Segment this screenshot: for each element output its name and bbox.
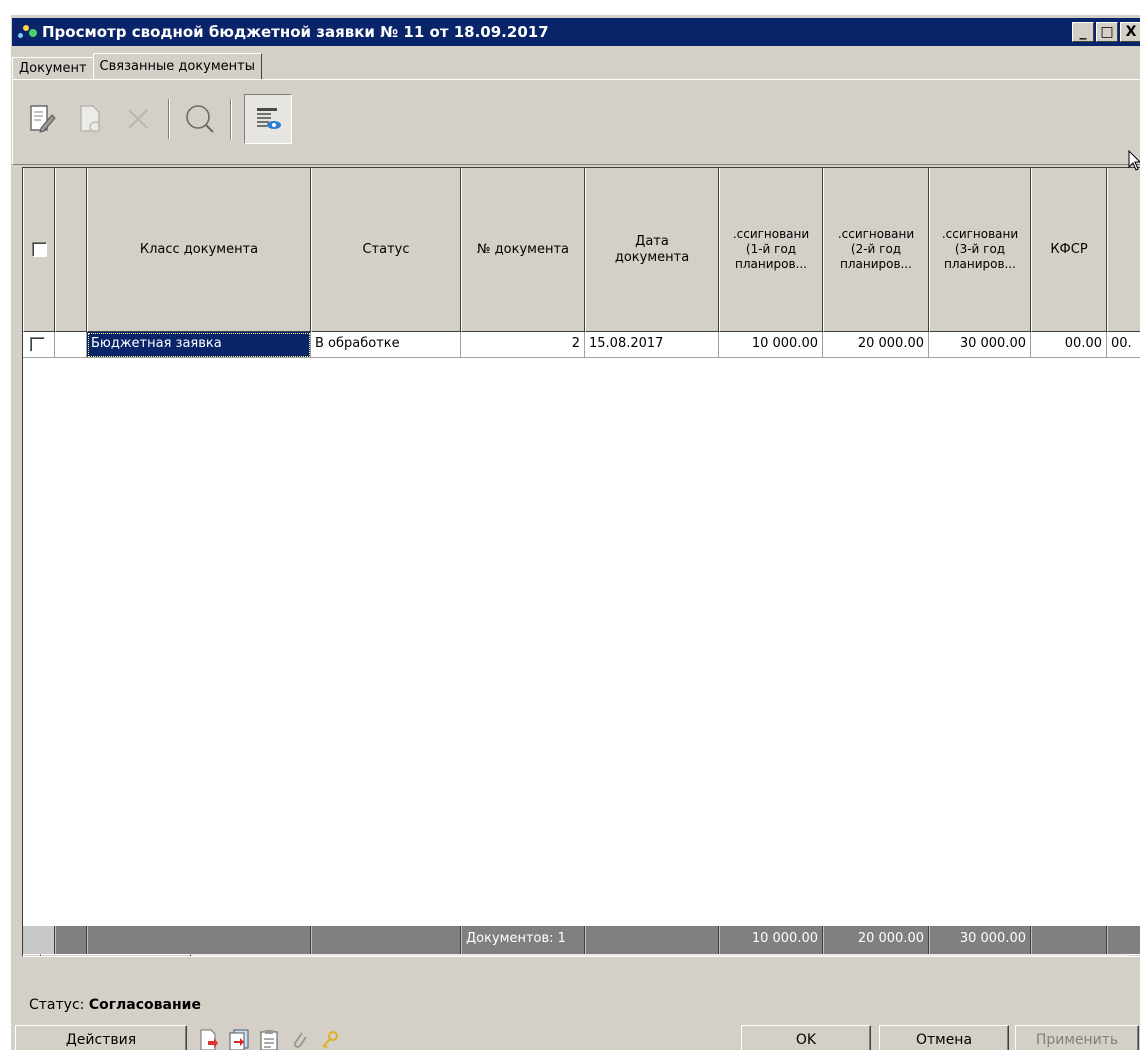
ok-button[interactable]: OK [741,1025,871,1050]
status-value: Согласование [88,997,201,1013]
toolbar-panel [12,79,1140,165]
row-indicator [55,332,87,358]
cell-doc-number[interactable]: 2 [461,332,585,358]
actions-button[interactable]: Действия [15,1025,187,1050]
search-icon[interactable] [176,94,224,144]
toolbar-separator [230,99,232,139]
delete-icon[interactable] [114,94,162,144]
cell-alloc-year2[interactable]: 20 000.00 [823,332,929,358]
footer-cell [585,926,719,954]
window-title: Просмотр сводной бюджетной заявки № 11 о… [42,23,549,41]
cancel-button[interactable]: Отмена [879,1025,1009,1050]
footer-total-year2: 20 000.00 [823,926,929,954]
header-select-all[interactable] [23,168,55,332]
header-doc-number[interactable]: № документа [461,168,585,332]
new-document-icon[interactable] [66,94,114,144]
cell-alloc-year1[interactable]: 10 000.00 [719,332,823,358]
footer-doc-count: Документов: 1 [461,926,585,954]
cell-kfsr[interactable]: 00.00 [1031,332,1107,358]
footer-cell [1031,926,1107,954]
horizontal-scrollbar[interactable]: ◀ ▶ [23,954,1140,956]
tab-related-documents[interactable]: Связанные документы [92,53,263,79]
cell-status[interactable]: В обработке [311,332,461,358]
scroll-left-button[interactable]: ◀ [23,954,41,956]
footer-cell [55,926,87,954]
apply-button[interactable]: Применить [1015,1025,1139,1050]
header-kfsr[interactable]: КФСР [1031,168,1107,332]
toolbar-separator [168,99,170,139]
header-alloc-year3[interactable]: .ссигновани (3-й год планиров... [929,168,1031,332]
cell-doc-class[interactable]: Бюджетная заявка [87,332,311,358]
key-icon[interactable] [315,1025,343,1050]
scroll-thumb[interactable] [41,954,191,956]
app-icon [16,21,38,43]
cell-doc-date[interactable]: 15.08.2017 [585,332,719,358]
tab-strip: Документ Связанные документы [12,53,263,79]
edit-document-icon[interactable] [18,94,66,144]
dialog-window: Просмотр сводной бюджетной заявки № 11 о… [10,14,1140,1050]
cell-more[interactable]: 00. [1107,332,1140,358]
header-doc-class[interactable]: Класс документа [87,168,311,332]
header-blank [55,168,87,332]
view-list-icon[interactable] [244,94,292,144]
footer-total-year3: 30 000.00 [929,926,1031,954]
status-label: Статус: [29,997,85,1013]
cell-alloc-year3[interactable]: 30 000.00 [929,332,1031,358]
clipboard-icon[interactable] [255,1025,283,1050]
row-checkbox[interactable] [30,337,45,352]
footer-cell [311,926,461,954]
export-multiple-icon[interactable] [225,1025,253,1050]
header-alloc-year2[interactable]: .ссигновани (2-й год планиров... [823,168,929,332]
header-doc-date[interactable]: Дата документа [585,168,719,332]
scroll-right-button[interactable]: ▶ [1126,954,1140,956]
footer-total-year1: 10 000.00 [719,926,823,954]
status-line: Статус: Согласование [29,997,201,1013]
title-bar[interactable]: Просмотр сводной бюджетной заявки № 11 о… [12,18,1140,46]
minimize-button[interactable]: _ [1072,22,1094,42]
close-button[interactable]: X [1120,22,1140,42]
header-more[interactable] [1107,168,1140,332]
toolbar [18,88,292,150]
header-alloc-year1[interactable]: .ссигновани (1-й год планиров... [719,168,823,332]
related-documents-grid: Класс документа Статус № документа Дата … [22,167,1140,957]
header-status[interactable]: Статус [311,168,461,332]
attachment-icon[interactable] [285,1025,313,1050]
mouse-cursor-icon [1128,149,1140,176]
export-document-icon[interactable] [195,1025,223,1050]
footer-cell [23,926,55,954]
footer-cell [87,926,311,954]
select-all-checkbox[interactable] [31,242,47,257]
tab-document[interactable]: Документ [12,57,94,79]
table-row[interactable] [23,332,55,358]
footer-cell [1107,926,1140,954]
maximize-button[interactable]: □ [1096,22,1118,42]
